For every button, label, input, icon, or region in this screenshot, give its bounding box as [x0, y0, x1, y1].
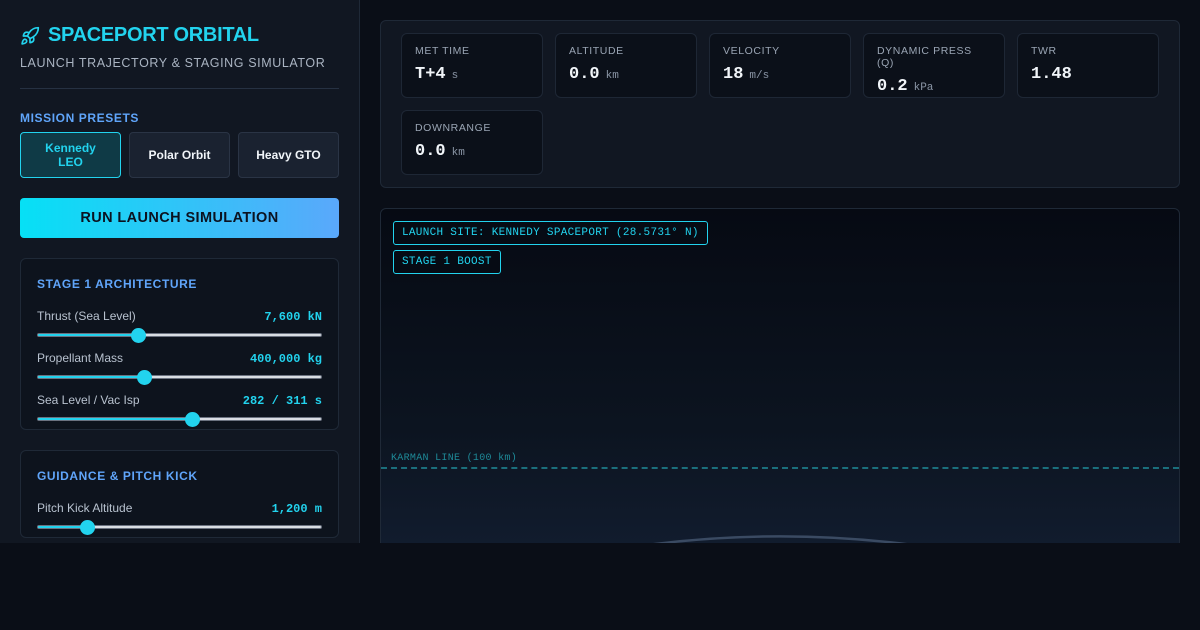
- propellant-slider-row: Propellant Mass 400,000 kg: [37, 351, 322, 385]
- thrust-slider-fill: [38, 334, 139, 336]
- telemetry-label: VELOCITY: [723, 45, 780, 57]
- pitch-kick-value: 1,200 m: [271, 502, 322, 516]
- thrust-slider-row: Thrust (Sea Level) 7,600 kN: [37, 309, 322, 343]
- telemetry-velocity: VELOCITY 18 m/s: [709, 33, 851, 98]
- presets-label: MISSION PRESETS: [20, 111, 140, 125]
- thrust-slider[interactable]: [37, 327, 322, 343]
- telemetry-unit: kPa: [913, 82, 934, 94]
- karman-line-label: KARMAN LINE (100 km): [391, 453, 518, 464]
- pitch-kick-slider-row: Pitch Kick Altitude 1,200 m: [37, 501, 322, 535]
- telemetry-label: DYNAMIC PRESS (Q): [877, 45, 972, 69]
- telemetry-label: ALTITUDE: [569, 45, 624, 57]
- telemetry-unit: s: [451, 70, 459, 82]
- propellant-label: Propellant Mass: [37, 351, 124, 365]
- telemetry-value: 1.48: [1031, 65, 1072, 84]
- pitch-kick-slider[interactable]: [37, 519, 322, 535]
- rocket-icon: [20, 26, 40, 46]
- telemetry-downrange: DOWNRANGE 0.0 km: [401, 110, 543, 175]
- preset-group: Kennedy LEO Polar Orbit Heavy GTO: [20, 132, 339, 178]
- guidance-title: GUIDANCE & PITCH KICK: [37, 469, 198, 483]
- brand: SPACEPORT ORBITAL: [20, 24, 339, 47]
- thrust-label: Thrust (Sea Level): [37, 309, 136, 323]
- telemetry-value: 0.0: [569, 65, 600, 84]
- launch-site-tag: LAUNCH SITE: KENNEDY SPACEPORT (28.5731°…: [393, 221, 708, 245]
- stage-tag: STAGE 1 BOOST: [393, 250, 501, 274]
- pitch-kick-slider-thumb[interactable]: [80, 519, 96, 535]
- telemetry-panel: MET TIME T+4 s ALTITUDE 0.0 km VELOCITY 18…: [380, 20, 1180, 188]
- isp-slider[interactable]: [37, 411, 322, 427]
- telemetry-value: 18: [723, 65, 744, 84]
- karman-line: [381, 467, 1179, 469]
- isp-slider-thumb[interactable]: [184, 411, 200, 427]
- thrust-slider-thumb[interactable]: [130, 327, 146, 343]
- telemetry-label: DOWNRANGE: [415, 122, 491, 134]
- telemetry-value: 0.2: [877, 77, 908, 96]
- app-subtitle: LAUNCH TRAJECTORY & STAGING SIMULATOR: [20, 56, 326, 70]
- telemetry-unit: km: [451, 147, 465, 159]
- isp-slider-row: Sea Level / Vac Isp 282 / 311 s: [37, 393, 322, 427]
- preset-polar-orbit-button[interactable]: Polar Orbit: [129, 132, 230, 178]
- isp-label: Sea Level / Vac Isp: [37, 393, 140, 407]
- propellant-slider-fill: [38, 376, 145, 378]
- telemetry-altitude: ALTITUDE 0.0 km: [555, 33, 697, 98]
- stage1-title: STAGE 1 ARCHITECTURE: [37, 277, 198, 291]
- propellant-slider-thumb[interactable]: [136, 369, 152, 385]
- run-simulation-button[interactable]: RUN LAUNCH SIMULATION: [20, 198, 339, 238]
- isp-value: 282 / 311 s: [242, 394, 322, 408]
- trajectory-viewport[interactable]: LAUNCH SITE: KENNEDY SPACEPORT (28.5731°…: [380, 208, 1180, 543]
- telemetry-unit: km: [605, 70, 619, 82]
- thrust-value: 7,600 kN: [264, 310, 322, 324]
- preset-heavy-gto-button[interactable]: Heavy GTO: [238, 132, 339, 178]
- telemetry-unit: m/s: [749, 70, 770, 82]
- telemetry-value: 0.0: [415, 142, 446, 161]
- propellant-value: 400,000 kg: [249, 352, 322, 366]
- telemetry-twr: TWR 1.48: [1017, 33, 1159, 98]
- isp-slider-fill: [38, 418, 193, 420]
- guidance-panel: GUIDANCE & PITCH KICK Pitch Kick Altitud…: [20, 450, 339, 538]
- main-content: MET TIME T+4 s ALTITUDE 0.0 km VELOCITY 18…: [360, 0, 1200, 543]
- app-title: SPACEPORT ORBITAL: [48, 24, 259, 46]
- telemetry-met-time: MET TIME T+4 s: [401, 33, 543, 98]
- propellant-slider[interactable]: [37, 369, 322, 385]
- app-window: SPACEPORT ORBITAL LAUNCH TRAJECTORY & ST…: [0, 0, 1200, 543]
- telemetry-value: T+4: [415, 65, 446, 84]
- sidebar: SPACEPORT ORBITAL LAUNCH TRAJECTORY & ST…: [0, 0, 360, 543]
- divider: [20, 88, 339, 89]
- telemetry-label: MET TIME: [415, 45, 470, 57]
- telemetry-label: TWR: [1031, 45, 1057, 57]
- preset-kennedy-leo-button[interactable]: Kennedy LEO: [20, 132, 121, 178]
- pitch-kick-label: Pitch Kick Altitude: [37, 501, 133, 515]
- telemetry-dynamic-pressure: DYNAMIC PRESS (Q) 0.2 kPa: [863, 33, 1005, 98]
- stage1-panel: STAGE 1 ARCHITECTURE Thrust (Sea Level) …: [20, 258, 339, 430]
